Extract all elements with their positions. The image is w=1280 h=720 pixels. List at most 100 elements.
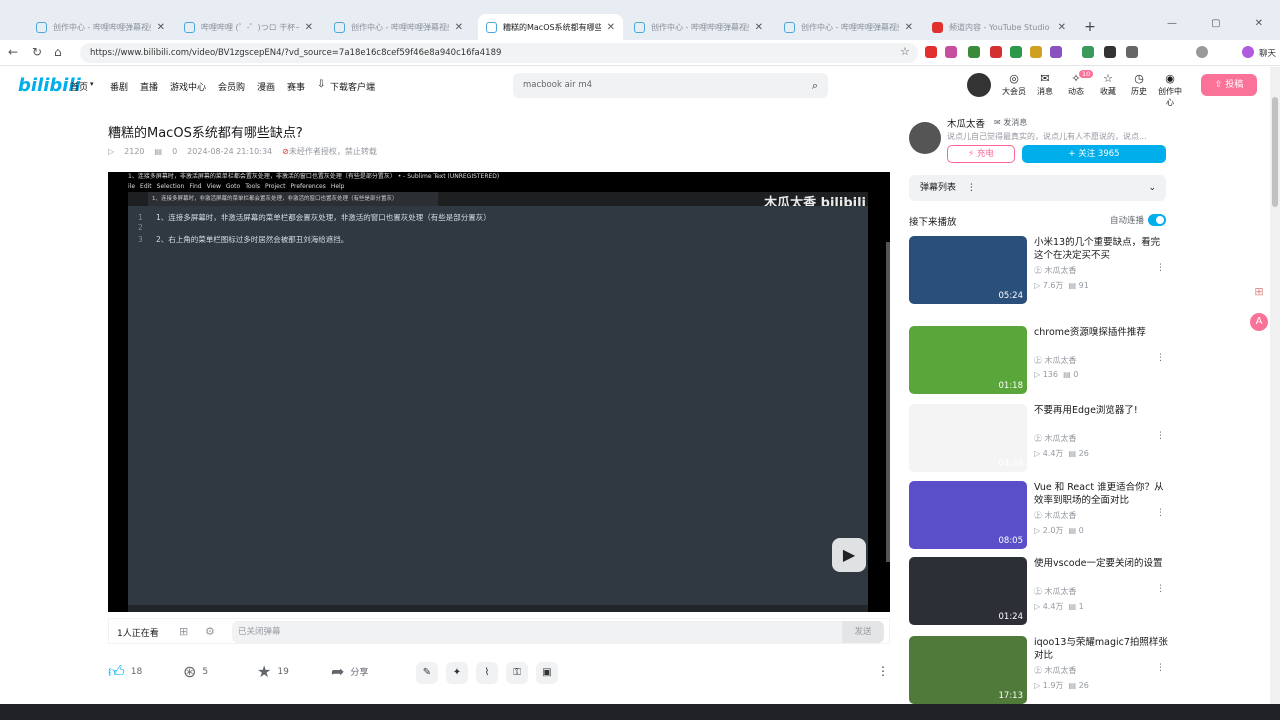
browser-tab[interactable]: 频道内容 - YouTube Studio ✕ xyxy=(924,14,1074,40)
danmaku-list-toggle[interactable]: 弹幕列表 ⋮ ⌄ xyxy=(909,175,1166,201)
danmaku-toggle-icon[interactable]: ⊞ xyxy=(179,625,188,638)
rec-thumbnail[interactable]: 08:05 xyxy=(909,481,1027,549)
rec-thumbnail[interactable]: 17:13 xyxy=(909,636,1027,704)
more-vert-icon[interactable]: ⋮ xyxy=(1156,431,1165,441)
extension-icon[interactable] xyxy=(945,46,957,58)
danmaku-settings-icon[interactable]: ⚙ xyxy=(205,625,215,638)
extension-icon[interactable] xyxy=(1082,46,1094,58)
header-icon-3[interactable]: ☆ 收藏 xyxy=(1093,72,1123,97)
rec-item[interactable]: 04:39 不要再用Edge浏览器了! ㊤ 木瓜太香 ▷ 4.4万 ▤ 26 ⋮ xyxy=(909,404,1167,472)
feedback-icon[interactable]: ⊞ xyxy=(1250,285,1268,303)
nav-download-client[interactable]: 下载客户端 xyxy=(330,80,375,93)
browser-tab[interactable]: 哔哩哔哩 (゜-゜)つロ 干杯~-bilibili ✕ xyxy=(176,14,321,40)
close-tab-icon[interactable]: ✕ xyxy=(157,22,165,33)
rec-author[interactable]: ㊤ 木瓜太香 xyxy=(1034,510,1077,521)
chat-label[interactable]: 聊天 xyxy=(1259,47,1276,59)
rec-item[interactable]: 17:13 iqoo13与荣耀magic7拍照样张对比㊤ 木瓜太香 ▷ 1.9万 ▤… xyxy=(909,636,1168,704)
extension-icon[interactable] xyxy=(968,46,980,58)
more-vert-icon[interactable]: ⋮ xyxy=(1156,263,1165,273)
new-tab-button[interactable]: + xyxy=(1080,14,1100,40)
chevron-down-icon[interactable]: ▾ xyxy=(90,80,94,88)
rec-title[interactable]: 使用vscode一定要关闭的设置 xyxy=(1034,557,1168,570)
rec-author[interactable]: ㊤ 木瓜太香 xyxy=(1034,665,1077,676)
nav-bangumi[interactable]: 番剧 xyxy=(110,80,128,93)
close-tab-icon[interactable]: ✕ xyxy=(755,22,763,33)
browser-tab[interactable]: 糟糕的MacOS系统都有哪些缺点? ✕ xyxy=(478,14,623,40)
upload-button[interactable]: ⇧ 投稿 xyxy=(1201,74,1257,96)
rec-item[interactable]: 01:18 chrome资源嗅探插件推荐㊤ 木瓜太香 ▷ 136 ▤ 0 ⋮ xyxy=(909,326,1167,394)
rec-thumbnail[interactable]: 04:39 xyxy=(909,404,1027,472)
page-scrollbar[interactable] xyxy=(1270,67,1280,704)
nav-game-center[interactable]: 游戏中心 xyxy=(170,80,206,93)
search-icon[interactable]: ⌕ xyxy=(812,73,818,98)
bookmark-star-icon[interactable]: ☆ xyxy=(900,45,910,58)
browser-tab[interactable]: 创作中心 - 哔哩哔哩弹幕视频网 - ✕ xyxy=(776,14,921,40)
video-player[interactable]: 1、连接多屏幕时，非激活屏幕的菜单栏都会置灰处理，非激活的窗口也置灰处理（有些是… xyxy=(108,172,890,612)
more-vert-icon[interactable]: ⋮ xyxy=(1156,508,1165,518)
rec-item[interactable]: 08:05 Vue 和 React 谁更适合你？从效率到职场的全面对比㊤ 木瓜太香… xyxy=(909,481,1167,549)
header-icon-0[interactable]: ◎ 大会员 xyxy=(999,72,1029,97)
search-input[interactable]: macbook air m4 ⌕ xyxy=(513,73,828,98)
extension-icon[interactable] xyxy=(1010,46,1022,58)
maximize-icon[interactable]: ▢ xyxy=(1211,18,1220,29)
more-vert-icon[interactable]: ⋮ xyxy=(967,183,976,193)
tv-logo-icon[interactable]: ▶ xyxy=(832,538,866,572)
close-tab-icon[interactable]: ✕ xyxy=(1058,22,1066,33)
extension-icon[interactable] xyxy=(1104,46,1116,58)
rec-thumbnail[interactable]: 01:18 xyxy=(909,326,1027,394)
rec-item[interactable]: 01:24 使用vscode一定要关闭的设置㊤ 木瓜太香 ▷ 4.4万 ▤ 1 ⋮ xyxy=(909,557,1167,625)
share-button[interactable]: ➦ 分享 xyxy=(331,662,368,681)
minimize-icon[interactable]: — xyxy=(1167,18,1177,29)
rec-item[interactable]: 05:24 小米13的几个重要缺点，看完这个在决定买不买㊤ 木瓜太香 ▷ 7.6万 … xyxy=(909,236,1167,304)
header-icon-2[interactable]: ✧ 动态 10 xyxy=(1061,70,1094,97)
more-vert-icon[interactable]: ⋮ xyxy=(1156,353,1165,363)
rec-title[interactable]: 小米13的几个重要缺点，看完这个在决定买不买 xyxy=(1034,236,1168,262)
close-tab-icon[interactable]: ✕ xyxy=(607,22,615,33)
copilot-icon[interactable] xyxy=(1242,46,1254,58)
extension-icon[interactable] xyxy=(925,46,937,58)
favorite-button[interactable]: ★ 19 xyxy=(257,662,289,681)
autoplay-toggle[interactable] xyxy=(1148,214,1166,226)
chart-icon[interactable]: ⌇ xyxy=(476,662,498,684)
profile-icon[interactable] xyxy=(1196,46,1208,58)
header-icon-4[interactable]: ◷ 历史 xyxy=(1124,72,1154,97)
home-icon[interactable]: ⌂ xyxy=(54,45,62,59)
rec-author[interactable]: ㊤ 木瓜太香 xyxy=(1034,586,1077,597)
url-bar[interactable]: https://www.bilibili.com/video/BV1zgscep… xyxy=(80,43,918,63)
extension-icon[interactable] xyxy=(1030,46,1042,58)
extensions-icon[interactable] xyxy=(1126,46,1138,58)
rec-thumbnail[interactable]: 01:24 xyxy=(909,557,1027,625)
uploader-name[interactable]: 木瓜太香 xyxy=(947,116,985,130)
extension-icon[interactable] xyxy=(990,46,1002,58)
charge-button[interactable]: ⚡ 充电 xyxy=(947,145,1015,163)
more-vert-icon[interactable]: ⋮ xyxy=(1156,584,1165,594)
rec-title[interactable]: iqoo13与荣耀magic7拍照样张对比 xyxy=(1034,636,1168,662)
header-icon-1[interactable]: ✉ 消息 xyxy=(1030,72,1060,97)
browser-tab[interactable]: 创作中心 - 哔哩哔哩弹幕视频网 - ✕ xyxy=(626,14,771,40)
extension-icon[interactable] xyxy=(1050,46,1062,58)
lock-icon[interactable]: ⚿ xyxy=(506,662,528,684)
coin-button[interactable]: ⊛ 5 xyxy=(183,662,208,681)
translate-icon[interactable]: A xyxy=(1250,313,1268,331)
send-button[interactable]: 发送 xyxy=(842,621,884,643)
send-message-link[interactable]: ✉ 发消息 xyxy=(994,117,1027,128)
avatar[interactable] xyxy=(967,73,991,97)
rec-title[interactable]: Vue 和 React 谁更适合你？从效率到职场的全面对比 xyxy=(1034,481,1168,507)
note-icon[interactable]: ✎ xyxy=(416,662,438,684)
like-button[interactable]: 👍︎ 18 xyxy=(108,662,142,682)
rec-title[interactable]: 不要再用Edge浏览器了! xyxy=(1034,404,1168,417)
rec-title[interactable]: chrome资源嗅探插件推荐 xyxy=(1034,326,1168,339)
rec-author[interactable]: ㊤ 木瓜太香 xyxy=(1034,355,1077,366)
pin-icon[interactable]: ✦ xyxy=(446,662,468,684)
nav-live[interactable]: 直播 xyxy=(140,80,158,93)
danmaku-input[interactable]: 已关闭弹幕 xyxy=(232,621,842,643)
follow-button[interactable]: + 关注 3965 xyxy=(1022,145,1166,163)
uploader-avatar[interactable] xyxy=(909,122,941,154)
browser-tab[interactable]: 创作中心 - 哔哩哔哩弹幕视频网 - ✕ xyxy=(326,14,471,40)
nav-home[interactable]: 首页 xyxy=(70,80,88,93)
rec-author[interactable]: ㊤ 木瓜太香 xyxy=(1034,433,1077,444)
rec-thumbnail[interactable]: 05:24 xyxy=(909,236,1027,304)
close-window-icon[interactable]: ✕ xyxy=(1255,18,1263,29)
close-tab-icon[interactable]: ✕ xyxy=(455,22,463,33)
rec-author[interactable]: ㊤ 木瓜太香 xyxy=(1034,265,1077,276)
